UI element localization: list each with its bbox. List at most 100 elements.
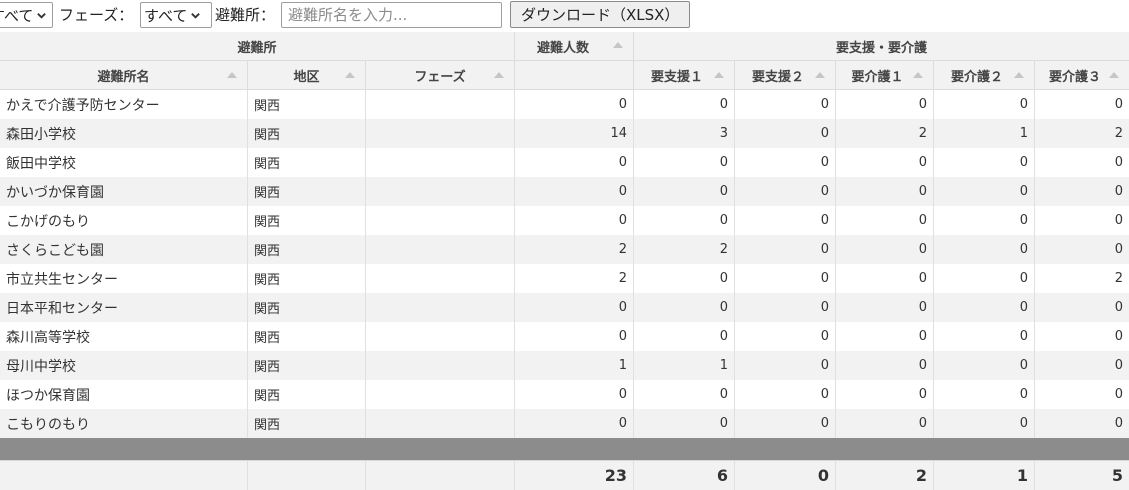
- support2-cell: 0: [735, 177, 836, 206]
- evacuees-cell: 0: [515, 380, 634, 409]
- support2-cell: 0: [735, 90, 836, 119]
- care2-cell: 0: [934, 148, 1035, 177]
- district-cell: 関西: [248, 293, 366, 322]
- total-support1: 6: [634, 461, 735, 490]
- evacuees-cell: 0: [515, 322, 634, 351]
- phase-cell: [366, 148, 515, 177]
- table-body: かえで介護予防センター 関西 0 0 0 0 0 0 森田小学校 関西 14 3 0 2 1 2 飯田中学校 関西…: [0, 90, 1129, 438]
- district-cell: 関西: [248, 177, 366, 206]
- care1-cell: 0: [836, 235, 934, 264]
- table-row[interactable]: 母川中学校 関西 1 1 0 0 0 0: [0, 351, 1129, 380]
- phase-label: フェーズ：: [59, 6, 134, 24]
- table-group-header: 避難所 避難人数 要支援・要介護: [0, 32, 1129, 61]
- care3-cell: 0: [1114, 184, 1123, 199]
- support1-cell: 2: [634, 235, 735, 264]
- phase-select[interactable]: すべて: [140, 2, 212, 28]
- totals-row: 23 6 0 2 1 5: [0, 460, 1129, 490]
- care2-cell: 0: [934, 264, 1035, 293]
- support1-cell: 0: [634, 409, 735, 438]
- column-header-name[interactable]: 避難所名: [0, 61, 248, 89]
- support1-cell: 0: [634, 293, 735, 322]
- support2-cell: 0: [735, 235, 836, 264]
- support1-cell: 0: [634, 90, 735, 119]
- column-header-care1[interactable]: 要介護１: [836, 61, 934, 89]
- phase-cell: [366, 119, 515, 148]
- table-row[interactable]: かいづか保育園 関西 0 0 0 0 0 0: [0, 177, 1129, 206]
- totals-cell: [248, 461, 366, 490]
- shelter-name-cell: かいづか保育園: [0, 177, 248, 206]
- column-header-support2[interactable]: 要支援２: [735, 61, 836, 89]
- support1-cell: 1: [634, 351, 735, 380]
- care3-cell: 0: [1114, 329, 1123, 344]
- table-row[interactable]: 飯田中学校 関西 0 0 0 0 0 0: [0, 148, 1129, 177]
- shelter-name-cell: ほつか保育園: [0, 380, 248, 409]
- care3-cell: 0: [1114, 242, 1123, 257]
- table-row[interactable]: こもりのもり 関西 0 0 0 0 0 0: [0, 409, 1129, 438]
- table-row[interactable]: さくらこども園 関西 2 2 0 0 0 0: [0, 235, 1129, 264]
- evacuees-cell: 2: [515, 235, 634, 264]
- care1-cell: 0: [836, 177, 934, 206]
- column-header-phase[interactable]: フェーズ: [366, 61, 515, 89]
- support2-cell: 0: [735, 322, 836, 351]
- care2-cell: 0: [934, 380, 1035, 409]
- evacuees-cell: 0: [515, 90, 634, 119]
- care1-cell: 0: [836, 90, 934, 119]
- care1-cell: 0: [836, 148, 934, 177]
- total-care3: 5: [1111, 466, 1123, 485]
- phase-cell: [366, 90, 515, 119]
- support1-cell: 0: [634, 264, 735, 293]
- column-header-evacuees[interactable]: 避難人数: [515, 32, 634, 60]
- table-row[interactable]: ほつか保育園 関西 0 0 0 0 0 0: [0, 380, 1129, 409]
- sort-icon: [913, 72, 923, 78]
- district-cell: 関西: [248, 90, 366, 119]
- column-header-district[interactable]: 地区: [248, 61, 366, 89]
- shelter-name-cell: さくらこども園: [0, 235, 248, 264]
- shelter-name-cell: かえで介護予防センター: [0, 90, 248, 119]
- shelter-name-cell: 森川高等学校: [0, 322, 248, 351]
- column-header-care2[interactable]: 要介護２: [934, 61, 1035, 89]
- table-row[interactable]: こかげのもり 関西 0 0 0 0 0 0: [0, 206, 1129, 235]
- totals-cell: [0, 461, 248, 490]
- support1-cell: 0: [634, 322, 735, 351]
- table-row[interactable]: 日本平和センター 関西 0 0 0 0 0 0: [0, 293, 1129, 322]
- phase-cell: [366, 235, 515, 264]
- phase-cell: [366, 264, 515, 293]
- care2-cell: 0: [934, 235, 1035, 264]
- table-row[interactable]: かえで介護予防センター 関西 0 0 0 0 0 0: [0, 90, 1129, 119]
- table-column-header: 避難所名 地区 フェーズ 要支援１ 要支援２ 要介護１ 要介護２ 要介護３: [0, 61, 1129, 90]
- district-cell: 関西: [248, 351, 366, 380]
- district-cell: 関西: [248, 409, 366, 438]
- filter-toolbar: すべて フェーズ： すべて 避難所： ダウンロード（XLSX）: [0, 0, 1129, 32]
- column-header-support1[interactable]: 要支援１: [634, 61, 735, 89]
- total-care1: 2: [836, 461, 934, 490]
- district-select[interactable]: すべて: [0, 2, 53, 28]
- shelter-name-cell: 飯田中学校: [0, 148, 248, 177]
- care2-cell: 1: [934, 119, 1035, 148]
- shelter-name-cell: こもりのもり: [0, 409, 248, 438]
- download-xlsx-button[interactable]: ダウンロード（XLSX）: [510, 1, 691, 28]
- table-row[interactable]: 森田小学校 関西 14 3 0 2 1 2: [0, 119, 1129, 148]
- column-header-care3[interactable]: 要介護３: [1035, 61, 1129, 89]
- table-row[interactable]: 市立共生センター 関西 2 0 0 0 0 2: [0, 264, 1129, 293]
- phase-cell: [366, 322, 515, 351]
- support2-cell: 0: [735, 119, 836, 148]
- shelter-search-input[interactable]: [281, 2, 502, 28]
- evacuees-cell: 0: [515, 148, 634, 177]
- sort-icon: [613, 42, 623, 48]
- support2-cell: 0: [735, 409, 836, 438]
- phase-cell: [366, 409, 515, 438]
- chevron-down-icon: [191, 12, 201, 19]
- sort-icon: [714, 72, 724, 78]
- phase-cell: [366, 380, 515, 409]
- support1-cell: 0: [634, 148, 735, 177]
- table-divider-band: [0, 438, 1129, 460]
- district-cell: 関西: [248, 206, 366, 235]
- care3-cell: 0: [1114, 387, 1123, 402]
- support2-cell: 0: [735, 206, 836, 235]
- care1-cell: 0: [836, 206, 934, 235]
- support1-cell: 0: [634, 177, 735, 206]
- care1-cell: 2: [836, 119, 934, 148]
- shelter-name-cell: 森田小学校: [0, 119, 248, 148]
- table-row[interactable]: 森川高等学校 関西 0 0 0 0 0 0: [0, 322, 1129, 351]
- care2-cell: 0: [934, 206, 1035, 235]
